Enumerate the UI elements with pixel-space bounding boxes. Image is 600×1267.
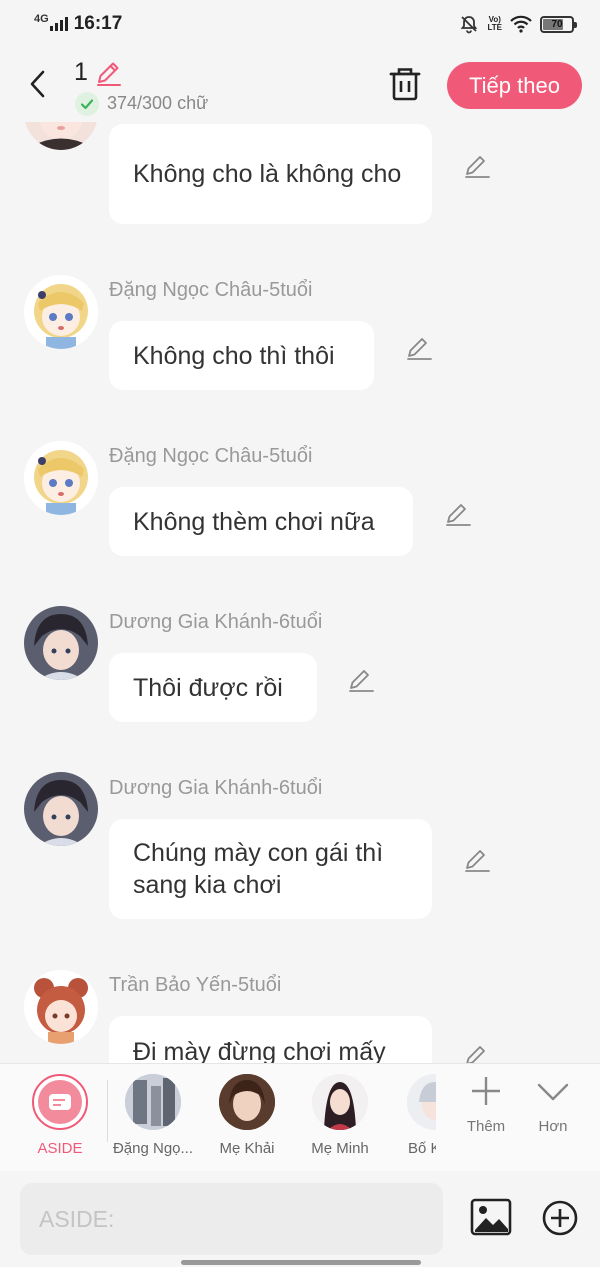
editor-header: 1 374/300 chữ Tiếp theo	[0, 48, 600, 122]
battery-icon: 70	[540, 15, 577, 33]
home-indicator[interactable]	[181, 1260, 421, 1265]
battery-level: 70	[551, 18, 563, 30]
aside-icon	[32, 1074, 88, 1130]
character-name: Mẹ Minh	[311, 1140, 369, 1157]
more-label: Hơn	[538, 1118, 568, 1135]
avatar	[312, 1074, 368, 1130]
edit-message-button[interactable]	[443, 499, 473, 529]
signal-icon	[49, 17, 68, 31]
avatar[interactable]	[24, 970, 98, 1044]
more-button[interactable]: Hơn	[521, 1074, 585, 1135]
add-button[interactable]	[541, 1199, 579, 1237]
message-text: Thôi được rồi	[133, 673, 283, 702]
next-button[interactable]: Tiếp theo	[447, 62, 582, 109]
message-input[interactable]: ASIDE:	[20, 1183, 443, 1255]
pencil-icon	[407, 338, 432, 360]
character-item[interactable]: Bố K	[390, 1074, 436, 1157]
chevron-down-icon	[537, 1083, 569, 1101]
message-text: Không thèm chơi nữa	[133, 507, 375, 536]
edit-message-button[interactable]	[346, 665, 376, 695]
story-number: 1	[74, 58, 88, 86]
delete-button[interactable]	[388, 66, 422, 102]
character-item[interactable]: Mẹ Minh	[295, 1074, 385, 1157]
message-text: Không cho là không cho	[133, 160, 402, 188]
message-bubble[interactable]: Chúng mày con gái thì sang kia chơi	[109, 819, 432, 919]
character-name: ASIDE	[37, 1140, 83, 1157]
avatar[interactable]	[24, 441, 98, 515]
image-icon	[470, 1198, 512, 1236]
pencil-icon	[349, 670, 374, 692]
trash-icon	[389, 68, 421, 101]
clock: 16:17	[73, 13, 123, 34]
input-bar: ASIDE:	[0, 1171, 600, 1267]
sender-name: Trần Bảo Yến-5tuổi	[109, 974, 282, 996]
chevron-left-icon	[30, 70, 45, 98]
character-aside[interactable]: ASIDE	[15, 1074, 105, 1157]
sender-name: Đặng Ngọc Châu-5tuổi	[109, 445, 313, 467]
pencil-icon	[465, 156, 490, 178]
network-type: 4G	[34, 13, 49, 25]
edit-title-button[interactable]	[93, 58, 123, 88]
add-character-button[interactable]: Thêm	[454, 1074, 518, 1135]
message-bubble[interactable]: Không cho là không cho	[109, 124, 432, 224]
avatar[interactable]	[24, 275, 98, 349]
character-name: Bố K	[408, 1140, 436, 1157]
character-selector: ASIDE Đặng Ngọ... Mẹ Khải Mẹ Minh Bố K T…	[0, 1063, 600, 1171]
edit-message-button[interactable]	[462, 151, 492, 181]
character-name: Mẹ Khải	[219, 1140, 275, 1157]
check-icon	[75, 92, 99, 116]
avatar	[219, 1074, 275, 1130]
plus-icon	[472, 1077, 500, 1105]
pencil-icon	[446, 504, 471, 526]
back-button[interactable]	[22, 66, 54, 102]
avatar[interactable]	[24, 772, 98, 846]
insert-image-button[interactable]	[470, 1198, 512, 1236]
avatar	[407, 1074, 436, 1130]
pencil-icon	[97, 62, 121, 86]
sender-name: Đặng Ngọc Châu-5tuổi	[109, 279, 313, 301]
mute-bell-icon	[461, 16, 478, 34]
edit-message-button[interactable]	[404, 333, 434, 363]
avatar	[125, 1074, 181, 1130]
char-count: 374/300 chữ	[107, 93, 209, 113]
message-bubble[interactable]: Thôi được rồi	[109, 653, 317, 722]
message-bubble[interactable]: Không thèm chơi nữa	[109, 487, 413, 556]
message-text: Không cho thì thôi	[133, 341, 335, 370]
sender-name: Dương Gia Khánh-6tuổi	[109, 611, 323, 633]
message-bubble[interactable]: Không cho thì thôi	[109, 321, 374, 390]
character-item[interactable]: Mẹ Khải	[202, 1074, 292, 1157]
pencil-icon	[465, 850, 490, 872]
volte-indicator: Vo) LTE	[487, 15, 502, 32]
add-label: Thêm	[466, 1118, 506, 1135]
edit-message-button[interactable]	[462, 845, 492, 875]
character-name: Đặng Ngọ...	[112, 1140, 194, 1157]
message-text: Chúng mày con gái thì sang kia chơi	[133, 839, 384, 899]
plus-circle-icon	[542, 1200, 578, 1236]
wifi-icon	[510, 15, 532, 33]
status-bar: 4G 16:17 Vo) LTE 70	[0, 0, 600, 48]
character-item[interactable]: Đặng Ngọ...	[108, 1074, 198, 1157]
sender-name: Dương Gia Khánh-6tuổi	[109, 777, 323, 799]
avatar[interactable]	[24, 606, 98, 680]
